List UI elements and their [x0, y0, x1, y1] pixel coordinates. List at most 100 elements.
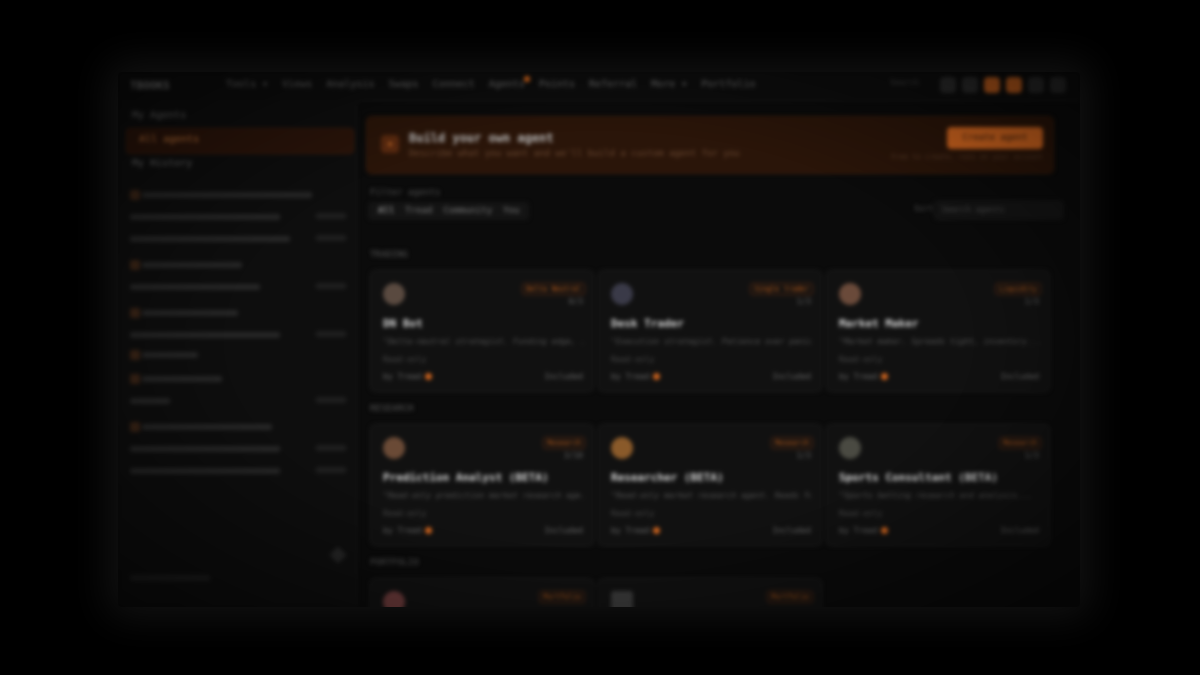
- history-item[interactable]: [130, 280, 346, 294]
- collapse-icon[interactable]: [329, 546, 347, 564]
- blurred-content: TBOOKS Tools ▾ Views Analysis Swaps Conn…: [118, 72, 1080, 607]
- nav-item-swaps[interactable]: Swaps: [388, 79, 418, 90]
- agent-price: Included: [772, 372, 811, 381]
- banner-title: Build your own agent: [409, 131, 554, 145]
- agent-avatar: [383, 283, 405, 305]
- agent-count: 1/3: [796, 297, 811, 306]
- create-agent-button[interactable]: Create agent: [947, 127, 1043, 149]
- history-item[interactable]: [130, 232, 346, 246]
- agent-count: 0/3: [568, 297, 583, 306]
- agent-access: Read-only: [383, 509, 427, 518]
- history-item[interactable]: [130, 348, 346, 362]
- history-item[interactable]: [130, 420, 346, 434]
- agent-price: Included: [772, 526, 811, 535]
- agent-author: by Tread: [839, 526, 888, 535]
- agent-avatar: [611, 437, 633, 459]
- banner-note: Free to create, runs on your account: [891, 153, 1043, 161]
- history-item[interactable]: [130, 442, 346, 456]
- filter-tread[interactable]: Tread: [401, 204, 436, 218]
- filter-community[interactable]: Community: [439, 204, 496, 218]
- agent-tag: Research: [543, 437, 585, 449]
- build-agent-banner: ✦ Build your own agent Describe what you…: [366, 116, 1054, 174]
- nav-item-tools[interactable]: Tools ▾: [226, 79, 268, 90]
- agent-access: Read-only: [611, 509, 655, 518]
- nav-search[interactable]: Search: [890, 78, 934, 92]
- agent-avatar: [130, 422, 140, 432]
- history-item[interactable]: [130, 210, 346, 224]
- nav-item-referral[interactable]: Referral: [589, 79, 637, 90]
- section-title: PORTFOLIO: [370, 558, 419, 568]
- bell-icon[interactable]: [962, 77, 978, 93]
- history-item[interactable]: [130, 464, 346, 478]
- sidebar-item-all-agents[interactable]: All agents: [126, 128, 354, 154]
- nav-item-analysis[interactable]: Analysis: [326, 79, 374, 90]
- main-content: ✦ Build your own agent Describe what you…: [366, 100, 1072, 607]
- verified-icon: [424, 527, 432, 534]
- sidebar-footer: [130, 575, 210, 581]
- agent-author: by Tread: [611, 526, 660, 535]
- nav-item-more[interactable]: More ▾: [651, 79, 687, 90]
- history-item[interactable]: [130, 372, 346, 386]
- agent-card[interactable]: Research 1/3 Sports Consultant (BETA) "S…: [826, 424, 1050, 546]
- agent-card[interactable]: Liquidity 1/3 Market Maker "Market maker…: [826, 270, 1050, 392]
- user-icon[interactable]: [1028, 77, 1044, 93]
- verified-icon: [652, 373, 660, 380]
- history-item[interactable]: [130, 188, 346, 202]
- agent-access: Read-only: [839, 355, 883, 364]
- settings-icon[interactable]: [940, 77, 956, 93]
- agent-card[interactable]: Research 1/3 Researcher (BETA) "Read-onl…: [598, 424, 822, 546]
- nav-item-connect[interactable]: Connect: [433, 79, 475, 90]
- filter-you[interactable]: You: [499, 204, 523, 218]
- search-input[interactable]: Search agents: [934, 200, 1064, 220]
- agent-count: 1/3: [1024, 297, 1039, 306]
- agent-card[interactable]: Portfolio: [598, 578, 822, 607]
- agent-price: Included: [1000, 372, 1039, 381]
- agent-name: Sports Consultant (BETA): [839, 471, 998, 484]
- agent-avatar: [839, 437, 861, 459]
- agent-tag: Research: [999, 437, 1041, 449]
- filter-tabs: All Tread Community You: [368, 202, 530, 220]
- history-item[interactable]: [130, 394, 346, 408]
- agent-description: "Read-only market research agent. Reads …: [611, 491, 811, 500]
- agent-card[interactable]: Delta Neutral 0/3 DN Bot "Delta-neutral …: [370, 270, 594, 392]
- agent-description: "Read-only prediction market research ag…: [383, 491, 583, 500]
- agent-avatar: [383, 437, 405, 459]
- agent-avatar: [130, 260, 140, 270]
- agent-price: Included: [544, 372, 583, 381]
- history-item[interactable]: [130, 306, 346, 320]
- agent-price: Included: [544, 526, 583, 535]
- agent-description: "Sports betting research and analysis...: [839, 491, 1032, 500]
- nav-item-views[interactable]: Views: [282, 79, 312, 90]
- menu-icon[interactable]: [1050, 77, 1066, 93]
- notification-dot: [523, 76, 530, 82]
- agent-card[interactable]: Single trader 1/3 Desk Trader "Execution…: [598, 270, 822, 392]
- agent-name: Market Maker: [839, 317, 919, 330]
- verified-icon: [424, 373, 432, 380]
- wallet-icon[interactable]: [984, 77, 1000, 93]
- history-item[interactable]: [130, 328, 346, 342]
- nav-item-points[interactable]: Points: [539, 79, 575, 90]
- agent-count: 1/3: [1024, 451, 1039, 460]
- app-logo[interactable]: TBOOKS: [130, 79, 170, 92]
- history-item[interactable]: [130, 258, 346, 272]
- agent-avatar: [611, 591, 633, 607]
- sidebar: My Agents All agents My History: [118, 100, 357, 607]
- agent-avatar: [130, 350, 140, 360]
- agent-card[interactable]: Research 3/10 Prediction Analyst (BETA) …: [370, 424, 594, 546]
- agent-author: by Tread: [383, 372, 432, 381]
- agent-name: Prediction Analyst (BETA): [383, 471, 549, 484]
- filter-all[interactable]: All: [374, 204, 398, 218]
- agent-name: DN Bot: [383, 317, 423, 330]
- agent-author: by Tread: [383, 526, 432, 535]
- nav-item-agents[interactable]: Agents: [489, 76, 530, 90]
- verified-icon: [880, 527, 888, 534]
- agent-tag: Research: [771, 437, 813, 449]
- verified-icon: [652, 527, 660, 534]
- nav-item-portfolio[interactable]: Portfolio: [701, 79, 755, 90]
- flame-icon[interactable]: [1006, 77, 1022, 93]
- agent-count: 1/3: [796, 451, 811, 460]
- agent-avatar: [130, 190, 140, 200]
- agent-card[interactable]: Portfolio: [370, 578, 594, 607]
- banner-subtitle: Describe what you want and we'll build a…: [409, 149, 740, 159]
- app-window: TBOOKS Tools ▾ Views Analysis Swaps Conn…: [118, 72, 1080, 607]
